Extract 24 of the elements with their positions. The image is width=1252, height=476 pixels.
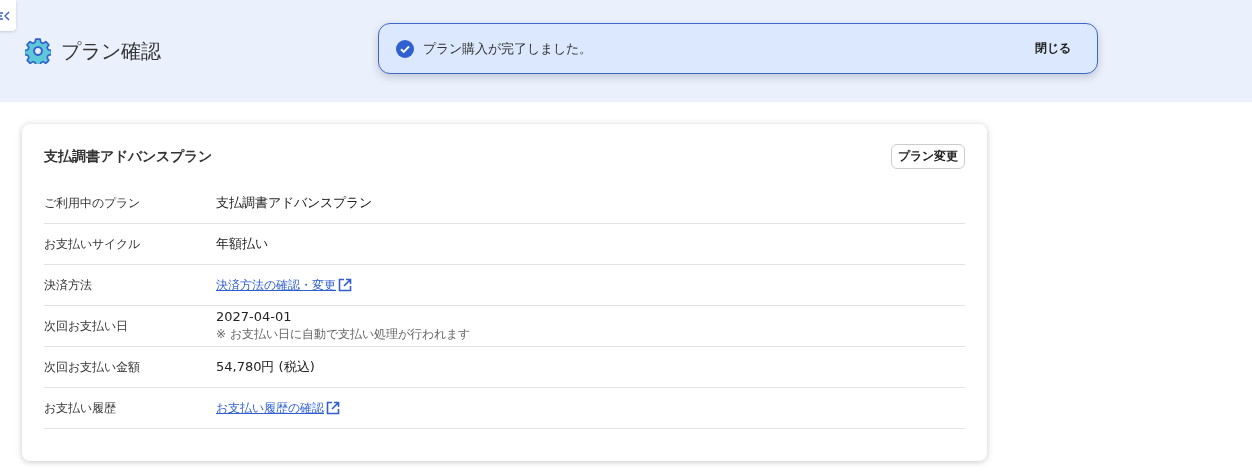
page-title: プラン確認 [61,37,161,65]
row-label: お支払い履歴 [44,399,117,417]
sidebar-toggle-button[interactable] [0,0,16,31]
row-label: お支払いサイクル [44,235,141,253]
external-link-icon [326,401,340,415]
external-link-icon [338,278,352,292]
card-title: 支払調書アドバンスプラン [44,147,212,166]
external-link[interactable]: 決済方法の確認・変更 [216,276,336,294]
collapse-icon [0,9,11,22]
toast-message: プラン購入が完了しました。 [423,39,593,58]
row-note: ※ お支払い日に自動で支払い処理が行われます [216,326,470,343]
row-label: 次回お支払い日 [44,317,129,335]
row-label: 決済方法 [44,276,93,294]
row-value: 2027-04-01 [216,309,293,324]
row-label: ご利用中のプラン [44,194,141,212]
change-plan-button[interactable]: プラン変更 [891,144,965,169]
check-icon [396,39,414,58]
row-value: 支払調書アドバンスプラン [216,194,372,212]
row-value: 年額払い [216,235,268,253]
gear-icon [25,38,51,64]
row-value: 54,780円 (税込) [216,358,315,376]
row-label: 次回お支払い金額 [44,358,141,376]
close-button[interactable]: 閉じる [1031,36,1075,61]
external-link[interactable]: お支払い履歴の確認 [216,399,324,417]
